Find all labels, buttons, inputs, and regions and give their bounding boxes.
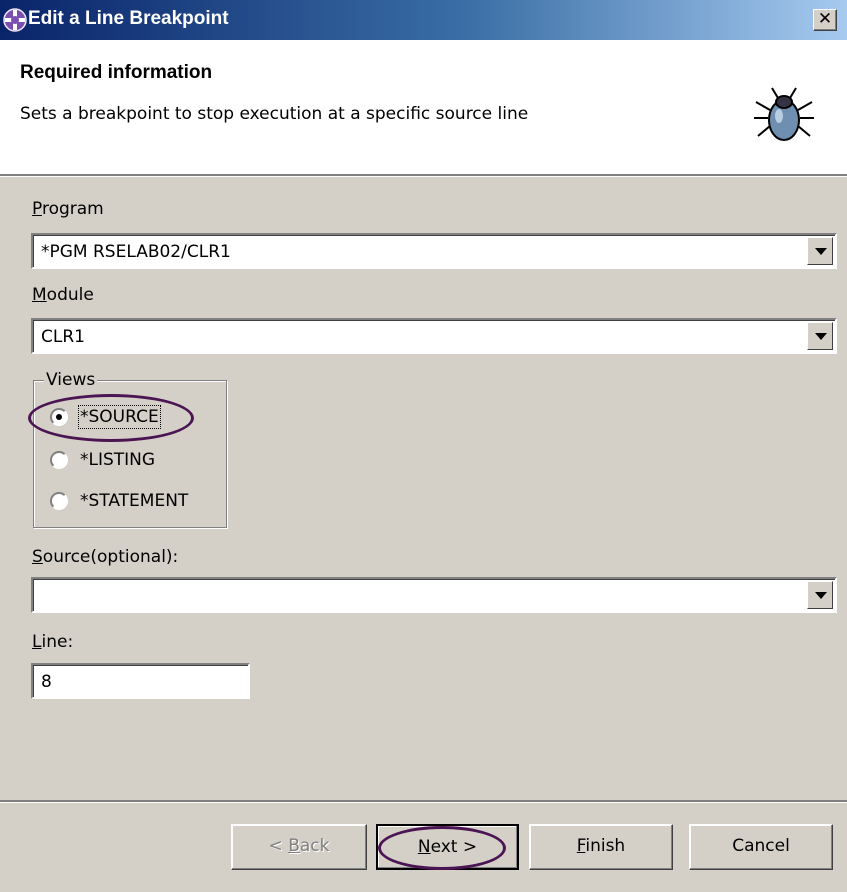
- module-label: Module: [32, 285, 94, 305]
- banner-description: Sets a breakpoint to stop execution at a…: [20, 104, 529, 124]
- wizard-banner: Required information Sets a breakpoint t…: [0, 40, 847, 174]
- program-combo[interactable]: *PGM RSELAB02/CLR1: [31, 233, 837, 269]
- cancel-button[interactable]: Cancel: [689, 824, 833, 870]
- source-combo[interactable]: [31, 577, 837, 613]
- source-dropdown-button[interactable]: [807, 581, 833, 609]
- module-value: CLR1: [41, 327, 85, 347]
- bug-icon: [754, 87, 814, 141]
- source-label: Source(optional):: [32, 547, 179, 567]
- program-label: Program: [32, 199, 104, 219]
- line-label: Line:: [32, 632, 74, 652]
- chevron-down-icon: [815, 592, 827, 599]
- line-value: 8: [41, 672, 52, 692]
- finish-button[interactable]: Finish: [529, 824, 673, 870]
- close-icon: ✕: [817, 9, 833, 29]
- views-legend: Views: [44, 370, 98, 390]
- radio-listing-label[interactable]: *LISTING: [80, 450, 155, 470]
- window-title: Edit a Line Breakpoint: [28, 8, 229, 29]
- footer-separator: [0, 800, 847, 803]
- next-button[interactable]: Next >: [376, 824, 519, 870]
- radio-listing[interactable]: [50, 451, 68, 469]
- radio-statement-label[interactable]: *STATEMENT: [80, 491, 188, 511]
- chevron-down-icon: [815, 333, 827, 340]
- radio-source[interactable]: [50, 408, 68, 426]
- radio-statement[interactable]: [50, 492, 68, 510]
- module-dropdown-button[interactable]: [807, 322, 833, 350]
- back-button[interactable]: < Back: [231, 824, 367, 870]
- chevron-down-icon: [815, 248, 827, 255]
- title-bar: Edit a Line Breakpoint ✕: [0, 0, 847, 40]
- program-value: *PGM RSELAB02/CLR1: [41, 242, 231, 262]
- banner-separator: [0, 174, 847, 177]
- close-button[interactable]: ✕: [813, 9, 837, 31]
- eclipse-app-icon: [3, 8, 27, 32]
- views-group: Views *SOURCE *LISTING *STATEMENT: [33, 370, 227, 528]
- program-dropdown-button[interactable]: [807, 237, 833, 265]
- radio-selected-dot: [56, 414, 62, 420]
- line-input[interactable]: 8: [31, 663, 250, 699]
- module-combo[interactable]: CLR1: [31, 318, 837, 354]
- radio-source-label[interactable]: *SOURCE: [78, 405, 161, 429]
- banner-heading: Required information: [20, 62, 213, 83]
